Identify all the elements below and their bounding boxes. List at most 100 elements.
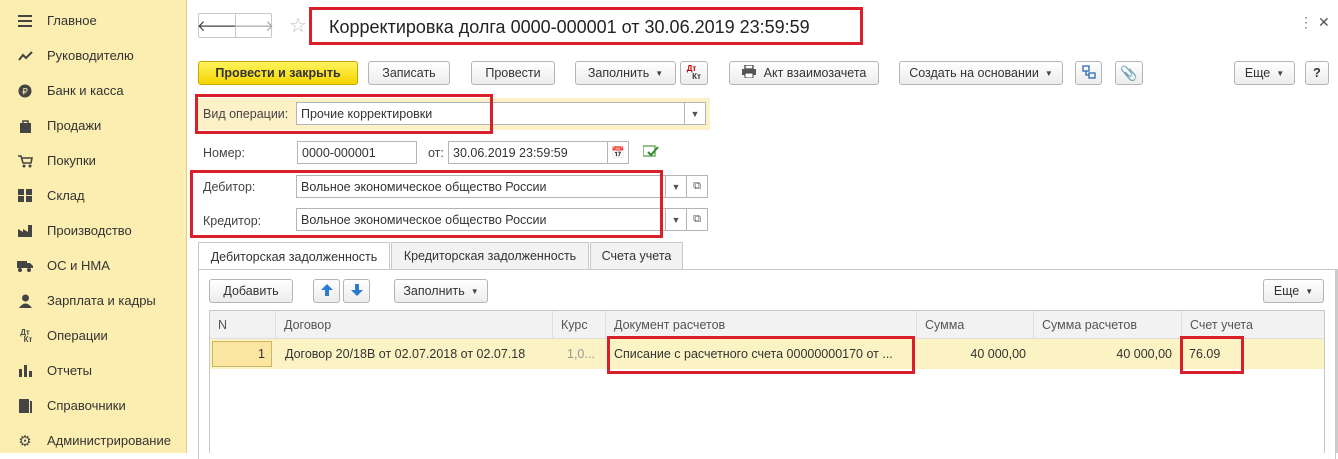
calendar-icon[interactable]: 📅: [607, 141, 629, 164]
post-and-close-button[interactable]: Провести и закрыть: [198, 61, 358, 85]
post-button[interactable]: Провести: [471, 61, 555, 85]
act-button[interactable]: Акт взаимозачета: [729, 61, 879, 85]
debtor-dropdown-icon[interactable]: ▼: [665, 175, 687, 198]
sidebar-item-warehouse[interactable]: Склад: [0, 178, 186, 213]
caret-down-icon: ▼: [470, 286, 479, 296]
back-arrow-icon[interactable]: 🡐: [197, 14, 237, 37]
sidebar-item-production[interactable]: Производство: [0, 213, 186, 248]
sidebar-item-operations[interactable]: Дт Кт Операции: [0, 318, 186, 353]
caret-down-icon: ▼: [655, 68, 664, 78]
cell-sum-calc[interactable]: 40 000,00: [1040, 340, 1172, 368]
paperclip-icon: 📎: [1120, 64, 1138, 81]
bag-icon: [17, 118, 33, 134]
factory-icon: [17, 223, 33, 239]
close-icon[interactable]: ✕: [1318, 14, 1330, 31]
sidebar-item-purchases[interactable]: Покупки: [0, 143, 186, 178]
debtor-open-icon[interactable]: ⧉: [686, 175, 708, 198]
operation-type-dropdown-icon[interactable]: ▼: [684, 102, 706, 125]
column-header-account[interactable]: Счет учета: [1182, 311, 1324, 338]
caret-down-icon: ▼: [1305, 286, 1314, 296]
cell-n[interactable]: 1: [212, 341, 272, 367]
arrow-down-icon: [350, 283, 363, 299]
sidebar-item-directories[interactable]: Справочники: [0, 388, 186, 423]
nav-arrows: 🡐 🡒: [197, 13, 274, 38]
move-up-button[interactable]: [313, 279, 340, 303]
attachment-button[interactable]: 📎: [1115, 61, 1143, 85]
sidebar-item-label: Продажи: [47, 118, 102, 133]
column-header-document[interactable]: Документ расчетов: [606, 311, 917, 338]
sidebar-item-sales[interactable]: Продажи: [0, 108, 186, 143]
column-header-sum-calc[interactable]: Сумма расчетов: [1034, 311, 1182, 338]
person-icon: [17, 293, 33, 309]
table-more-label: Еще: [1273, 284, 1300, 298]
cell-rate[interactable]: 1,0...: [567, 340, 603, 368]
save-button[interactable]: Записать: [368, 61, 450, 85]
sidebar-item-label: Зарплата и кадры: [47, 293, 156, 308]
help-button[interactable]: ?: [1305, 61, 1329, 85]
fill-dropdown-button[interactable]: Заполнить ▼: [575, 61, 676, 85]
table-fill-label: Заполнить: [403, 284, 465, 298]
table-fill-dropdown-button[interactable]: Заполнить ▼: [394, 279, 488, 303]
more-label: Еще: [1244, 66, 1271, 80]
creditor-dropdown-icon[interactable]: ▼: [665, 208, 687, 231]
cell-contract[interactable]: Договор 20/18В от 02.07.2018 от 02.07.18: [285, 340, 550, 368]
sidebar-item-label: Производство: [47, 223, 132, 238]
add-row-button[interactable]: Добавить: [209, 279, 293, 303]
column-header-contract[interactable]: Договор: [276, 311, 553, 338]
move-down-button[interactable]: [343, 279, 370, 303]
dt-kt-button[interactable]: Дт Кт: [680, 61, 708, 85]
arrow-up-icon: [320, 283, 333, 299]
sidebar-item-label: Отчеты: [47, 363, 92, 378]
menu-icon: [17, 13, 33, 29]
books-icon: [17, 398, 33, 414]
sidebar-item-main[interactable]: Главное: [0, 3, 186, 38]
sidebar-item-label: Банк и касса: [47, 83, 124, 98]
sidebar-item-label: Руководителю: [47, 48, 134, 63]
structure-button[interactable]: [1075, 61, 1102, 85]
svg-text:₽: ₽: [22, 87, 28, 97]
favorite-star-icon[interactable]: ☆: [289, 13, 307, 38]
cell-sum[interactable]: 40 000,00: [920, 340, 1026, 368]
dt-kt-icon: Дт Кт: [20, 327, 33, 344]
sidebar-item-label: Справочники: [47, 398, 126, 413]
number-label: Номер:: [203, 146, 245, 160]
table-more-dropdown-button[interactable]: Еще ▼: [1263, 279, 1324, 303]
column-header-n[interactable]: N: [210, 311, 276, 338]
sidebar-item-salary[interactable]: Зарплата и кадры: [0, 283, 186, 318]
fill-label: Заполнить: [587, 66, 650, 80]
number-field[interactable]: 0000-000001: [297, 141, 417, 164]
forward-arrow-icon[interactable]: 🡒: [234, 14, 274, 37]
more-dropdown-button[interactable]: Еще ▼: [1234, 61, 1295, 85]
sidebar-item-fixed-assets[interactable]: ОС и НМА: [0, 248, 186, 283]
sidebar: Главное Руководителю ₽ Банк и касса Прод…: [0, 0, 187, 453]
act-label: Акт взаимозачета: [763, 66, 867, 80]
sidebar-item-label: Покупки: [47, 153, 96, 168]
caret-down-icon: ▼: [1044, 68, 1053, 78]
debtor-creditor-highlight: [190, 170, 663, 238]
more-dots-icon[interactable]: ⋮: [1299, 14, 1313, 31]
sidebar-item-label: Администрирование: [47, 433, 171, 448]
date-label: от:: [428, 146, 444, 160]
sidebar-item-reports[interactable]: Отчеты: [0, 353, 186, 388]
coin-icon: ₽: [17, 83, 33, 99]
sidebar-item-label: Склад: [47, 188, 85, 203]
creditor-open-icon[interactable]: ⧉: [686, 208, 708, 231]
sidebar-item-bank[interactable]: ₽ Банк и касса: [0, 73, 186, 108]
sidebar-item-label: ОС и НМА: [47, 258, 110, 273]
tab-payables[interactable]: Кредиторская задолженность: [391, 242, 589, 269]
tab-receivables[interactable]: Дебиторская задолженность: [198, 242, 390, 270]
kt-label: Кт: [692, 72, 701, 81]
bar-chart-icon: [17, 363, 33, 379]
column-header-sum[interactable]: Сумма: [917, 311, 1034, 338]
caret-down-icon: ▼: [1276, 68, 1285, 78]
printer-icon: [741, 64, 756, 81]
sidebar-item-manager[interactable]: Руководителю: [0, 38, 186, 73]
warehouse-icon: [17, 188, 33, 204]
status-check-icon: [642, 144, 659, 161]
document-highlight: [607, 336, 915, 374]
create-based-dropdown-button[interactable]: Создать на основании ▼: [899, 61, 1063, 85]
trend-icon: [17, 48, 33, 64]
column-header-rate[interactable]: Курс: [553, 311, 606, 338]
tab-accounts[interactable]: Счета учета: [590, 242, 683, 269]
date-field[interactable]: 30.06.2019 23:59:59: [448, 141, 608, 164]
